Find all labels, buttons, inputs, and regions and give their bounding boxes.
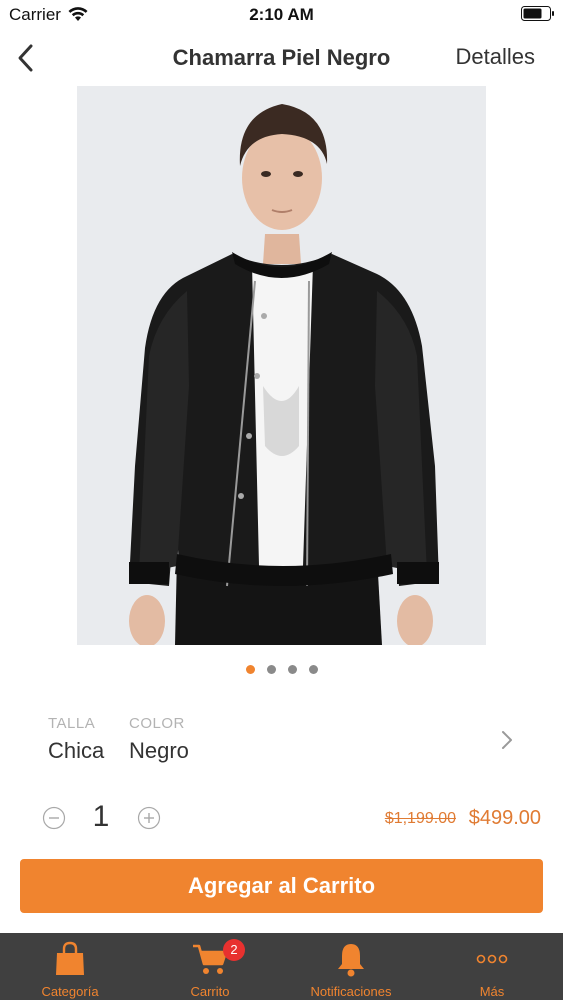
carousel-indicator xyxy=(0,665,563,674)
bell-icon xyxy=(338,944,364,977)
carousel-dot[interactable] xyxy=(287,665,297,674)
tab-label: Carrito xyxy=(190,984,230,999)
color-label: COLOR xyxy=(129,715,185,732)
original-price: $1,199.00 xyxy=(384,810,456,827)
tab-carrito[interactable]: Carrito xyxy=(150,933,270,1000)
increase-quantity-button[interactable] xyxy=(137,806,161,830)
tab-label: Notificaciones xyxy=(310,984,392,999)
carousel-dot[interactable] xyxy=(308,665,318,674)
sale-price: $499.00 xyxy=(468,807,541,829)
nav-bar: Chamarra Piel Negro Detalles xyxy=(0,30,563,86)
carousel-dot[interactable] xyxy=(245,665,255,674)
tab-categoria[interactable]: Categoría xyxy=(10,933,130,1000)
product-photo xyxy=(77,86,486,645)
clock: 2:10 AM xyxy=(249,5,314,24)
cart-count-badge: 2 xyxy=(223,939,245,961)
add-to-cart-button[interactable]: Agregar al Carrito xyxy=(20,859,543,913)
details-button[interactable]: Detalles xyxy=(456,44,535,70)
status-bar: Carrier 2:10 AM xyxy=(0,0,563,30)
size-label: TALLA xyxy=(48,715,96,732)
tab-label: Más xyxy=(479,984,505,999)
tab-mas[interactable]: Más xyxy=(432,933,552,1000)
color-value: Negro xyxy=(129,738,189,763)
quantity-value: 1 xyxy=(92,800,110,833)
size-value: Chica xyxy=(48,738,105,763)
tab-label: Categoría xyxy=(41,984,99,999)
shopping-bag-icon xyxy=(56,941,84,975)
more-icon xyxy=(476,954,508,964)
options-selector[interactable] xyxy=(30,705,540,775)
tab-bar: Categoría Carrito Notificaciones Más xyxy=(0,933,563,1000)
carousel-dot[interactable] xyxy=(266,665,276,674)
decrease-quantity-button[interactable] xyxy=(42,806,66,830)
product-image[interactable] xyxy=(77,86,486,645)
battery-icon xyxy=(521,6,554,21)
back-button[interactable] xyxy=(12,40,42,76)
chevron-right-icon[interactable] xyxy=(500,729,514,751)
tab-notificaciones[interactable]: Notificaciones xyxy=(291,933,411,1000)
